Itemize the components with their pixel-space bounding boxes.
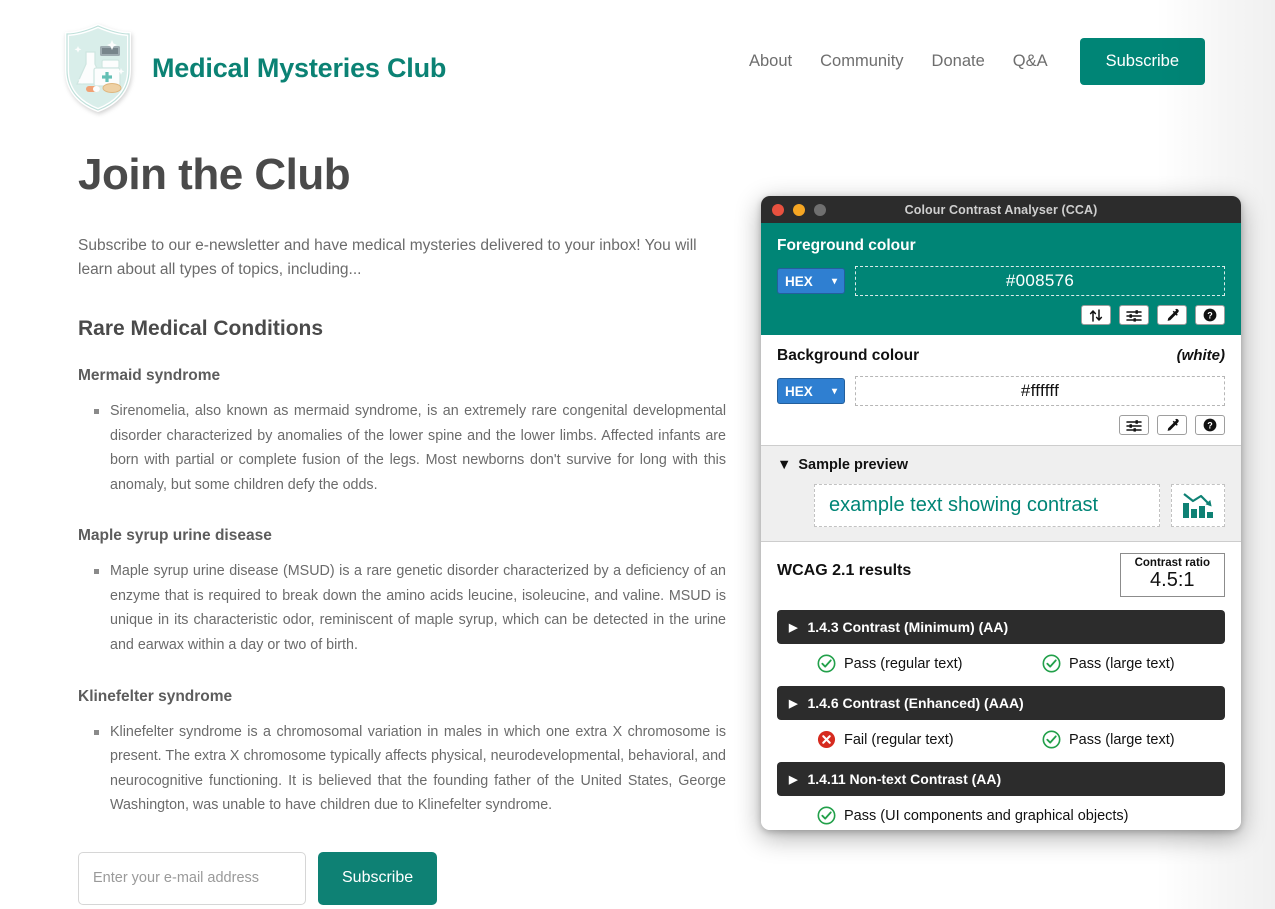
result-text: Fail (regular text) (844, 731, 954, 748)
main-nav: About Community Donate Q&A Subscribe (735, 38, 1205, 85)
list-item: Klinefelter syndrome is a chromosomal va… (94, 720, 726, 818)
sample-preview-text: example text showing contrast (814, 484, 1160, 527)
foreground-format-value: HEX (785, 273, 813, 289)
criterion-header-1-4-11[interactable]: ▶ 1.4.11 Non-text Contrast (AA) (777, 762, 1225, 797)
main-content: Join the Club Subscribe to our e-newslet… (78, 150, 726, 909)
svg-text:?: ? (1207, 420, 1213, 430)
pass-check-icon (1042, 654, 1061, 673)
site-header: Medical Mysteries Club About Community D… (0, 0, 1275, 124)
subscribe-button[interactable]: Subscribe (318, 851, 438, 905)
criterion-results-1-4-11: Pass (UI components and graphical object… (777, 806, 1225, 825)
foreground-tools: ? (777, 305, 1225, 325)
sliders-icon[interactable] (1119, 415, 1149, 435)
condition-list: Klinefelter syndrome is a chromosomal va… (78, 720, 726, 818)
triangle-right-icon: ▶ (789, 773, 798, 786)
chevron-down-icon: ▾ (831, 385, 837, 397)
triangle-right-icon: ▶ (789, 697, 798, 710)
window-controls (772, 204, 826, 216)
page-title: Join the Club (78, 150, 351, 199)
criterion-results-1-4-6: Fail (regular text) Pass (large text) (777, 730, 1225, 749)
bar-chart-declining-icon (1183, 492, 1213, 518)
condition-title: Klinefelter syndrome (78, 687, 233, 705)
background-format-value: HEX (785, 383, 813, 399)
shield-medical-badge-icon (65, 24, 131, 112)
pass-check-icon (817, 806, 836, 825)
list-item: Maple syrup urine disease (MSUD) is a ra… (94, 559, 726, 657)
sample-preview-disclosure[interactable]: ▼ Sample preview (777, 457, 1225, 473)
subscribe-form: Subscribe (78, 851, 726, 905)
swap-colours-icon[interactable] (1081, 305, 1111, 325)
result-item: Fail (regular text) (817, 730, 1042, 749)
condition-list: Sirenomelia, also known as mermaid syndr… (78, 399, 726, 497)
result-text: Pass (large text) (1069, 731, 1175, 748)
result-text: Pass (large text) (1069, 655, 1175, 672)
background-hex-input[interactable]: #ffffff (855, 376, 1225, 406)
result-text: Pass (regular text) (844, 655, 963, 672)
cca-window: Colour Contrast Analyser (CCA) Foregroun… (761, 196, 1241, 830)
list-item: Sirenomelia, also known as mermaid syndr… (94, 399, 726, 497)
result-item: Pass (regular text) (817, 654, 1042, 673)
criterion-label: 1.4.11 Non-text Contrast (AA) (807, 771, 1002, 788)
chevron-down-icon: ▾ (831, 275, 837, 287)
background-format-select[interactable]: HEX ▾ (777, 378, 845, 404)
criterion-header-1-4-6[interactable]: ▶ 1.4.6 Contrast (Enhanced) (AAA) (777, 686, 1225, 721)
contrast-ratio-box: Contrast ratio 4.5:1 (1119, 553, 1225, 598)
sample-preview-label: Sample preview (798, 457, 908, 473)
minimize-icon[interactable] (793, 204, 805, 216)
cca-titlebar[interactable]: Colour Contrast Analyser (CCA) (761, 196, 1241, 223)
foreground-label: Foreground colour (777, 237, 916, 254)
nav-link-qa[interactable]: Q&A (999, 46, 1062, 77)
cca-window-title: Colour Contrast Analyser (CCA) (904, 202, 1098, 217)
sliders-icon[interactable] (1119, 305, 1149, 325)
brand-title: Medical Mysteries Club (152, 52, 447, 83)
foreground-format-select[interactable]: HEX ▾ (777, 268, 845, 294)
eyedropper-icon[interactable] (1157, 305, 1187, 325)
header-subscribe-button[interactable]: Subscribe (1079, 38, 1205, 85)
pass-check-icon (1042, 730, 1061, 749)
wcag-results-panel: WCAG 2.1 results Contrast ratio 4.5:1 ▶ … (761, 542, 1241, 830)
eyedropper-icon[interactable] (1157, 415, 1187, 435)
result-item: Pass (large text) (1042, 654, 1175, 673)
result-item: Pass (UI components and graphical object… (817, 806, 1129, 825)
foreground-hex-input[interactable]: #008576 (855, 266, 1225, 296)
criterion-label: 1.4.6 Contrast (Enhanced) (AAA) (807, 695, 1024, 712)
condition-list: Maple syrup urine disease (MSUD) is a ra… (78, 559, 726, 657)
background-label: Background colour (777, 347, 920, 364)
nav-link-community[interactable]: Community (806, 46, 917, 77)
criterion-results-1-4-3: Pass (regular text) Pass (large text) (777, 654, 1225, 673)
sample-preview-panel: ▼ Sample preview example text showing co… (761, 446, 1241, 542)
sample-preview-graphic (1171, 484, 1225, 527)
help-icon[interactable]: ? (1195, 305, 1225, 325)
intro-paragraph: Subscribe to our e-newsletter and have m… (78, 237, 697, 279)
background-panel: Background colour (white) HEX ▾ #ffffff (761, 335, 1241, 446)
nav-link-about[interactable]: About (735, 46, 806, 77)
nav-link-donate[interactable]: Donate (918, 46, 999, 77)
page-root: Medical Mysteries Club About Community D… (0, 0, 1275, 909)
help-icon[interactable]: ? (1195, 415, 1225, 435)
condition-title: Maple syrup urine disease (78, 527, 272, 545)
result-text: Pass (UI components and graphical object… (844, 807, 1129, 824)
fail-cross-icon (817, 731, 836, 749)
result-item: Pass (large text) (1042, 730, 1175, 749)
contrast-ratio-label: Contrast ratio (1134, 557, 1210, 569)
criterion-label: 1.4.3 Contrast (Minimum) (AA) (807, 619, 1009, 636)
email-field[interactable] (78, 851, 306, 905)
section-title: Rare Medical Conditions (78, 316, 324, 340)
foreground-panel: Foreground colour HEX ▾ #008576 ? (761, 223, 1241, 335)
pass-check-icon (817, 654, 836, 673)
background-colour-name: (white) (1176, 347, 1225, 364)
close-icon[interactable] (772, 204, 784, 216)
maximize-icon[interactable] (814, 204, 826, 216)
triangle-down-icon: ▼ (777, 457, 792, 473)
wcag-results-title: WCAG 2.1 results (777, 562, 912, 579)
contrast-ratio-value: 4.5:1 (1150, 569, 1195, 591)
brand[interactable]: Medical Mysteries Club (62, 24, 446, 112)
condition-title: Mermaid syndrome (78, 366, 221, 384)
background-tools: ? (777, 415, 1225, 435)
criterion-header-1-4-3[interactable]: ▶ 1.4.3 Contrast (Minimum) (AA) (777, 610, 1225, 645)
svg-text:?: ? (1207, 310, 1213, 320)
triangle-right-icon: ▶ (789, 621, 798, 634)
